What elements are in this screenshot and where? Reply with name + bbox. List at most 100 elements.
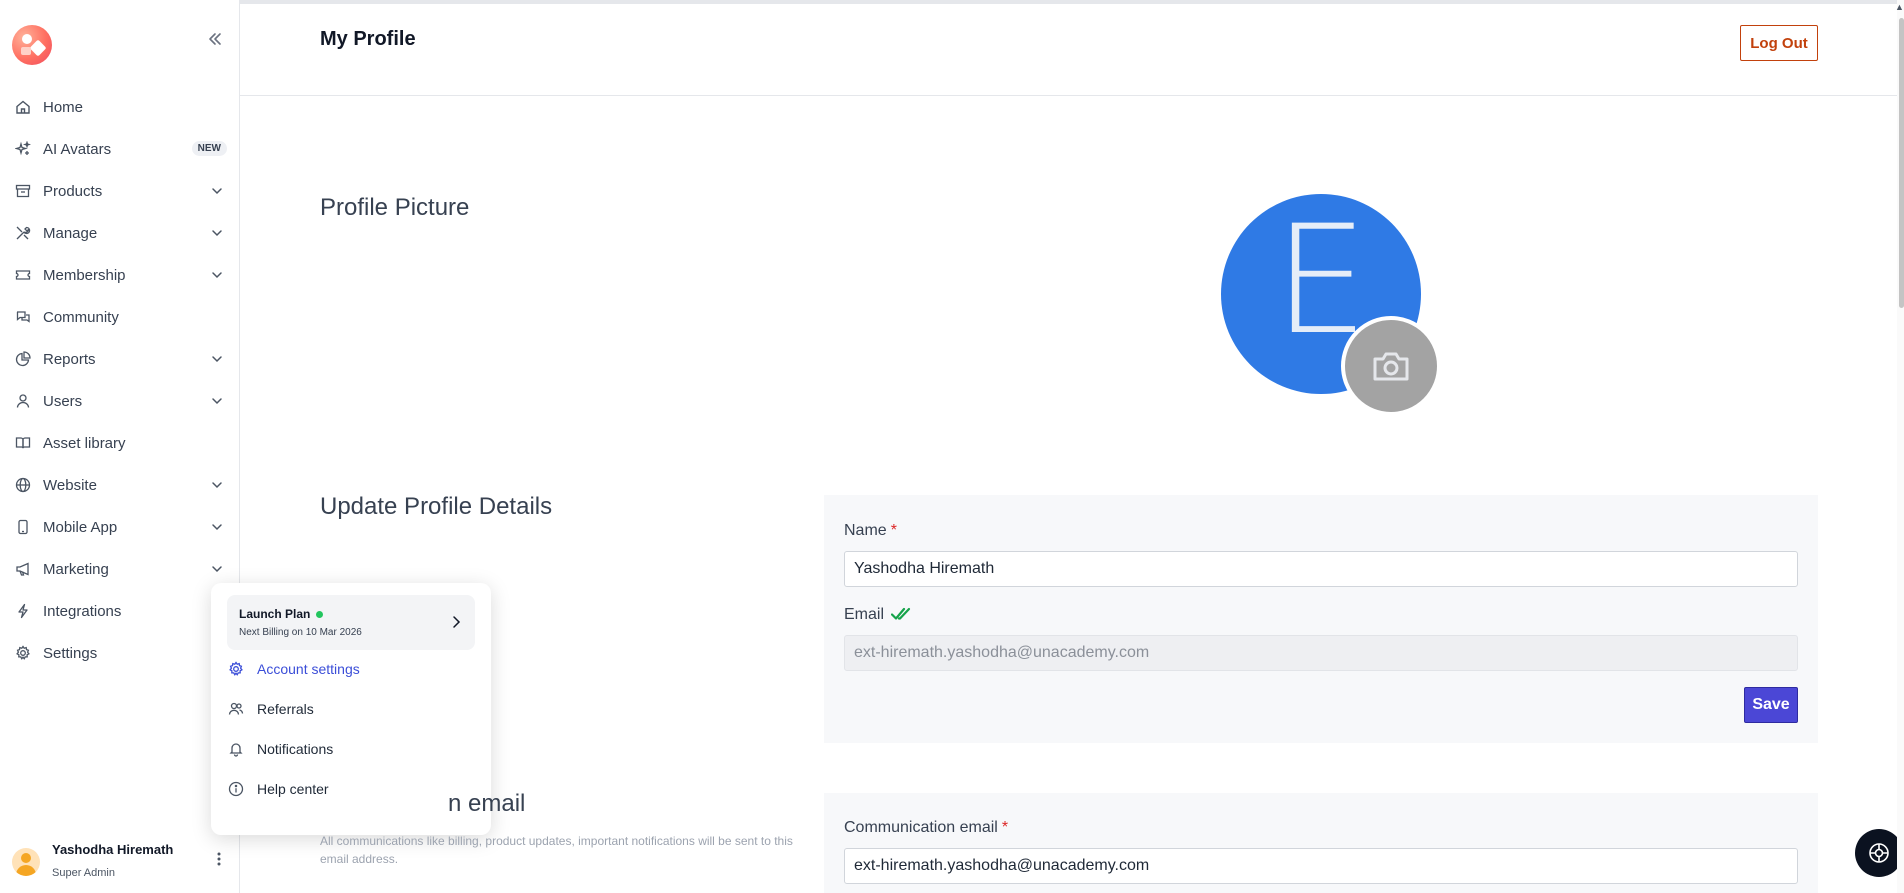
kebab-menu-icon[interactable] bbox=[212, 851, 226, 871]
user-role: Super Admin bbox=[52, 867, 115, 879]
sidebar-item-label: Products bbox=[43, 182, 103, 200]
menu-item-label: Notifications bbox=[257, 741, 334, 757]
ticket-icon bbox=[14, 266, 32, 284]
sidebar-item-community[interactable]: Community bbox=[0, 296, 239, 338]
globe-icon bbox=[14, 476, 32, 494]
communication-email-description: All communications like billing, product… bbox=[320, 834, 793, 866]
bell-icon bbox=[227, 740, 245, 758]
sidebar-item-label: Home bbox=[43, 98, 84, 116]
sidebar-item-label: Membership bbox=[43, 266, 126, 284]
tools-icon bbox=[14, 224, 32, 242]
plan-card[interactable]: Launch Plan Next Billing on 10 Mar 2026 bbox=[227, 595, 475, 650]
sidebar-item-label: Community bbox=[43, 308, 119, 326]
email-label-text: Email bbox=[844, 606, 885, 623]
status-dot bbox=[316, 611, 324, 619]
sidebar-item-marketing[interactable]: Marketing bbox=[0, 548, 239, 590]
scroll-up-icon[interactable]: ▲ bbox=[1895, 2, 1904, 12]
sparkles-icon bbox=[14, 140, 32, 158]
sidebar-item-users[interactable]: Users bbox=[0, 380, 239, 422]
megaphone-icon bbox=[14, 560, 32, 578]
double-check-icon bbox=[891, 607, 913, 626]
sidebar-user[interactable]: Yashodha Hiremath Super Admin bbox=[0, 833, 239, 893]
communication-email-label-text: Communication email bbox=[844, 819, 998, 836]
help-chat-button[interactable] bbox=[1855, 829, 1903, 877]
chevron-down-icon[interactable] bbox=[209, 519, 225, 535]
sidebar-item-ai-avatars[interactable]: AI Avatars NEW bbox=[0, 128, 239, 170]
sidebar-item-integrations[interactable]: Integrations bbox=[0, 590, 239, 632]
sidebar-item-label: Website bbox=[43, 476, 97, 494]
chevron-down-icon[interactable] bbox=[209, 561, 225, 577]
scrollbar-thumb[interactable] bbox=[1899, 18, 1904, 308]
page-title: My Profile bbox=[320, 28, 416, 50]
user-name: Yashodha Hiremath bbox=[52, 842, 174, 857]
name-label: Name * bbox=[844, 522, 897, 540]
sidebar-item-label: Reports bbox=[43, 350, 96, 368]
plan-title: Launch Plan bbox=[239, 607, 324, 621]
menu-item-label: Referrals bbox=[257, 701, 314, 717]
info-icon bbox=[227, 780, 245, 798]
menu-item-help-center[interactable]: Help center bbox=[227, 777, 329, 801]
required-mark: * bbox=[1001, 819, 1009, 836]
camera-icon[interactable] bbox=[1341, 316, 1441, 416]
communication-email-label: Communication email * bbox=[844, 819, 1008, 837]
double-chevron-left-icon[interactable] bbox=[204, 30, 226, 52]
menu-item-label: Account settings bbox=[257, 661, 360, 677]
menu-item-label: Help center bbox=[257, 781, 329, 797]
plan-title-text: Launch Plan bbox=[239, 607, 311, 621]
chevron-down-icon[interactable] bbox=[209, 351, 225, 367]
user-icon bbox=[14, 392, 32, 410]
profile-picture-heading: Profile Picture bbox=[320, 194, 470, 221]
archive-box-icon bbox=[14, 182, 32, 200]
sidebar-item-label: Asset library bbox=[43, 434, 126, 452]
menu-item-account-settings[interactable]: Account settings bbox=[227, 657, 360, 681]
required-mark: * bbox=[890, 522, 897, 539]
sidebar-item-mobile-app[interactable]: Mobile App bbox=[0, 506, 239, 548]
sidebar-item-products[interactable]: Products bbox=[0, 170, 239, 212]
sidebar-item-asset-library[interactable]: Asset library bbox=[0, 422, 239, 464]
bolt-icon bbox=[14, 602, 32, 620]
communication-email-input[interactable] bbox=[844, 848, 1798, 884]
sidebar-item-label: AI Avatars bbox=[43, 140, 112, 158]
sidebar-item-membership[interactable]: Membership bbox=[0, 254, 239, 296]
name-label-text: Name bbox=[844, 522, 887, 539]
page-header: My Profile Log Out bbox=[240, 0, 1904, 96]
sidebar: Home AI Avatars NEW Products Manage Memb… bbox=[0, 0, 240, 893]
sidebar-item-settings[interactable]: Settings bbox=[0, 632, 239, 674]
email-input[interactable] bbox=[844, 635, 1798, 671]
name-input[interactable] bbox=[844, 551, 1798, 587]
menu-item-notifications[interactable]: Notifications bbox=[227, 737, 333, 761]
sidebar-item-label: Mobile App bbox=[43, 518, 118, 536]
sidebar-item-home[interactable]: Home bbox=[0, 86, 239, 128]
chevron-down-icon[interactable] bbox=[209, 477, 225, 493]
sidebar-item-manage[interactable]: Manage bbox=[0, 212, 239, 254]
new-badge: NEW bbox=[191, 141, 227, 156]
chevron-down-icon[interactable] bbox=[209, 225, 225, 241]
book-icon bbox=[14, 434, 32, 452]
logout-button[interactable]: Log Out bbox=[1740, 25, 1818, 61]
gear-icon bbox=[14, 644, 32, 662]
logo-icon[interactable] bbox=[12, 25, 52, 65]
sidebar-item-label: Users bbox=[43, 392, 83, 410]
chevron-down-icon[interactable] bbox=[209, 393, 225, 409]
chevron-down-icon[interactable] bbox=[209, 183, 225, 199]
chat-icon bbox=[14, 308, 32, 326]
sidebar-nav: Home AI Avatars NEW Products Manage Memb… bbox=[0, 86, 239, 674]
plan-billing-text: Next Billing on 10 Mar 2026 bbox=[239, 627, 362, 638]
sidebar-item-label: Integrations bbox=[43, 602, 122, 620]
menu-item-referrals[interactable]: Referrals bbox=[227, 697, 314, 721]
chevron-right-icon bbox=[449, 613, 463, 631]
chevron-down-icon[interactable] bbox=[209, 267, 225, 283]
avatar bbox=[12, 848, 40, 876]
sidebar-item-website[interactable]: Website bbox=[0, 464, 239, 506]
communication-email-form: Communication email * bbox=[824, 793, 1818, 893]
profile-details-heading: Update Profile Details bbox=[320, 493, 553, 520]
pie-chart-icon bbox=[14, 350, 32, 368]
save-button[interactable]: Save bbox=[1744, 687, 1798, 723]
sidebar-item-label: Marketing bbox=[43, 560, 109, 578]
communication-email-heading: n email bbox=[448, 790, 526, 817]
home-icon bbox=[14, 98, 32, 116]
mobile-icon bbox=[14, 518, 32, 536]
profile-details-form: Name* Email Save bbox=[824, 495, 1818, 743]
sidebar-item-label: Manage bbox=[43, 224, 98, 242]
sidebar-item-reports[interactable]: Reports bbox=[0, 338, 239, 380]
